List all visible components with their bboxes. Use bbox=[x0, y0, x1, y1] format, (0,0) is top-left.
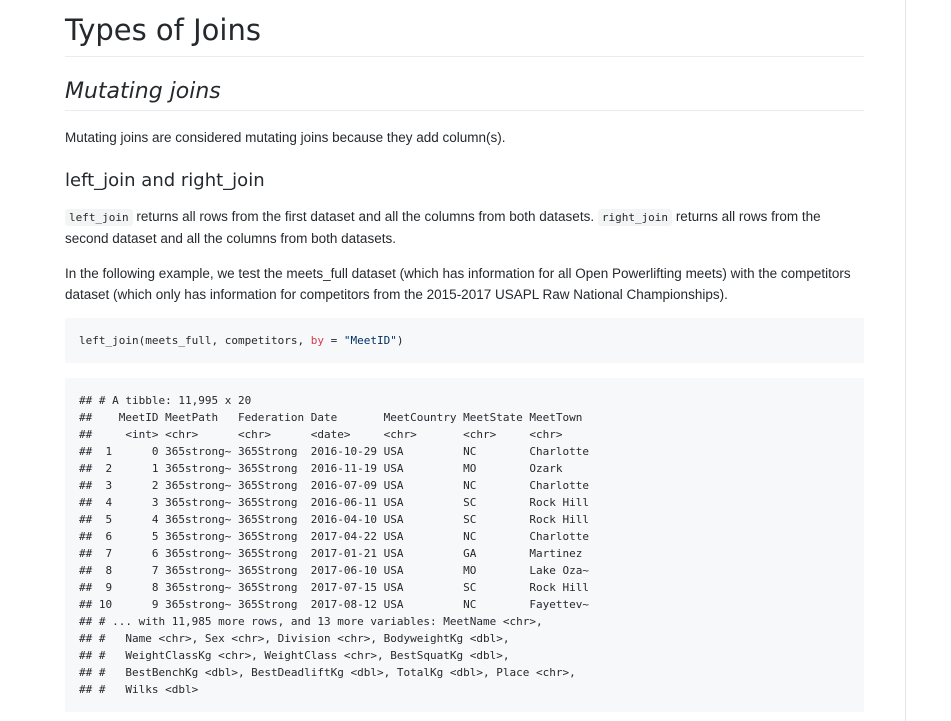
title-divider bbox=[65, 56, 864, 57]
paragraph-text: returns all rows from the first dataset … bbox=[132, 209, 598, 224]
intro-paragraph: Mutating joins are considered mutating j… bbox=[65, 130, 506, 145]
inline-code-right-join: right_join bbox=[597, 209, 673, 226]
code-string: "MeetID" bbox=[343, 334, 397, 347]
output-line: ## 2 1 365strong~ 365Strong 2016-11-19 U… bbox=[79, 462, 563, 475]
output-line: ## 7 6 365strong~ 365Strong 2017-01-21 U… bbox=[79, 547, 583, 560]
join-description-paragraph: left_join returns all rows from the firs… bbox=[65, 206, 864, 249]
output-line: ## <int> <chr> <chr> <date> <chr> <chr> … bbox=[79, 428, 563, 441]
output-line: ## 9 8 365strong~ 365Strong 2017-07-15 U… bbox=[79, 581, 589, 594]
output-line: ## # Wilks <dbl> bbox=[79, 683, 199, 696]
output-line: ## # A tibble: 11,995 x 20 bbox=[79, 394, 252, 407]
inline-code-left-join: left_join bbox=[65, 209, 133, 226]
example-paragraph: In the following example, we test the me… bbox=[65, 266, 851, 302]
output-line: ## # BestBenchKg <dbl>, BestDeadliftKg <… bbox=[79, 666, 576, 679]
code-block: left_join(meets_full, competitors, by = … bbox=[65, 318, 864, 363]
output-line: ## # WeightClassKg <chr>, WeightClass <c… bbox=[79, 649, 510, 662]
code-text: ) bbox=[396, 334, 404, 347]
page-title: Types of Joins bbox=[65, 13, 261, 47]
output-line: ## 4 3 365strong~ 365Strong 2016-06-11 U… bbox=[79, 496, 589, 509]
code-output-block: ## # A tibble: 11,995 x 20 ## MeetID Meet… bbox=[65, 378, 864, 712]
output-line: ## 10 9 365strong~ 365Strong 2017-08-12 … bbox=[79, 598, 589, 611]
output-line: ## 5 4 365strong~ 365Strong 2016-04-10 U… bbox=[79, 513, 589, 526]
code-text: = bbox=[324, 334, 344, 347]
output-line: ## 6 5 365strong~ 365Strong 2017-04-22 U… bbox=[79, 530, 589, 543]
section-heading-mutating-joins: Mutating joins bbox=[65, 79, 221, 104]
subsection-heading-left-right-join: left_join and right_join bbox=[65, 170, 265, 191]
scrollbar-track[interactable] bbox=[905, 0, 951, 721]
section-divider bbox=[65, 110, 864, 111]
output-line: ## 3 2 365strong~ 365Strong 2016-07-09 U… bbox=[79, 479, 589, 492]
output-line: ## 1 0 365strong~ 365Strong 2016-10-29 U… bbox=[79, 445, 589, 458]
code-text: left_join(meets_full, competitors, bbox=[79, 334, 311, 347]
output-line: ## MeetID MeetPath Federation Date MeetC… bbox=[79, 411, 583, 424]
code-keyword: by bbox=[310, 334, 325, 347]
output-line: ## # ... with 11,985 more rows, and 13 m… bbox=[79, 615, 543, 628]
output-line: ## 8 7 365strong~ 365Strong 2017-06-10 U… bbox=[79, 564, 589, 577]
output-line: ## # Name <chr>, Sex <chr>, Division <ch… bbox=[79, 632, 510, 645]
